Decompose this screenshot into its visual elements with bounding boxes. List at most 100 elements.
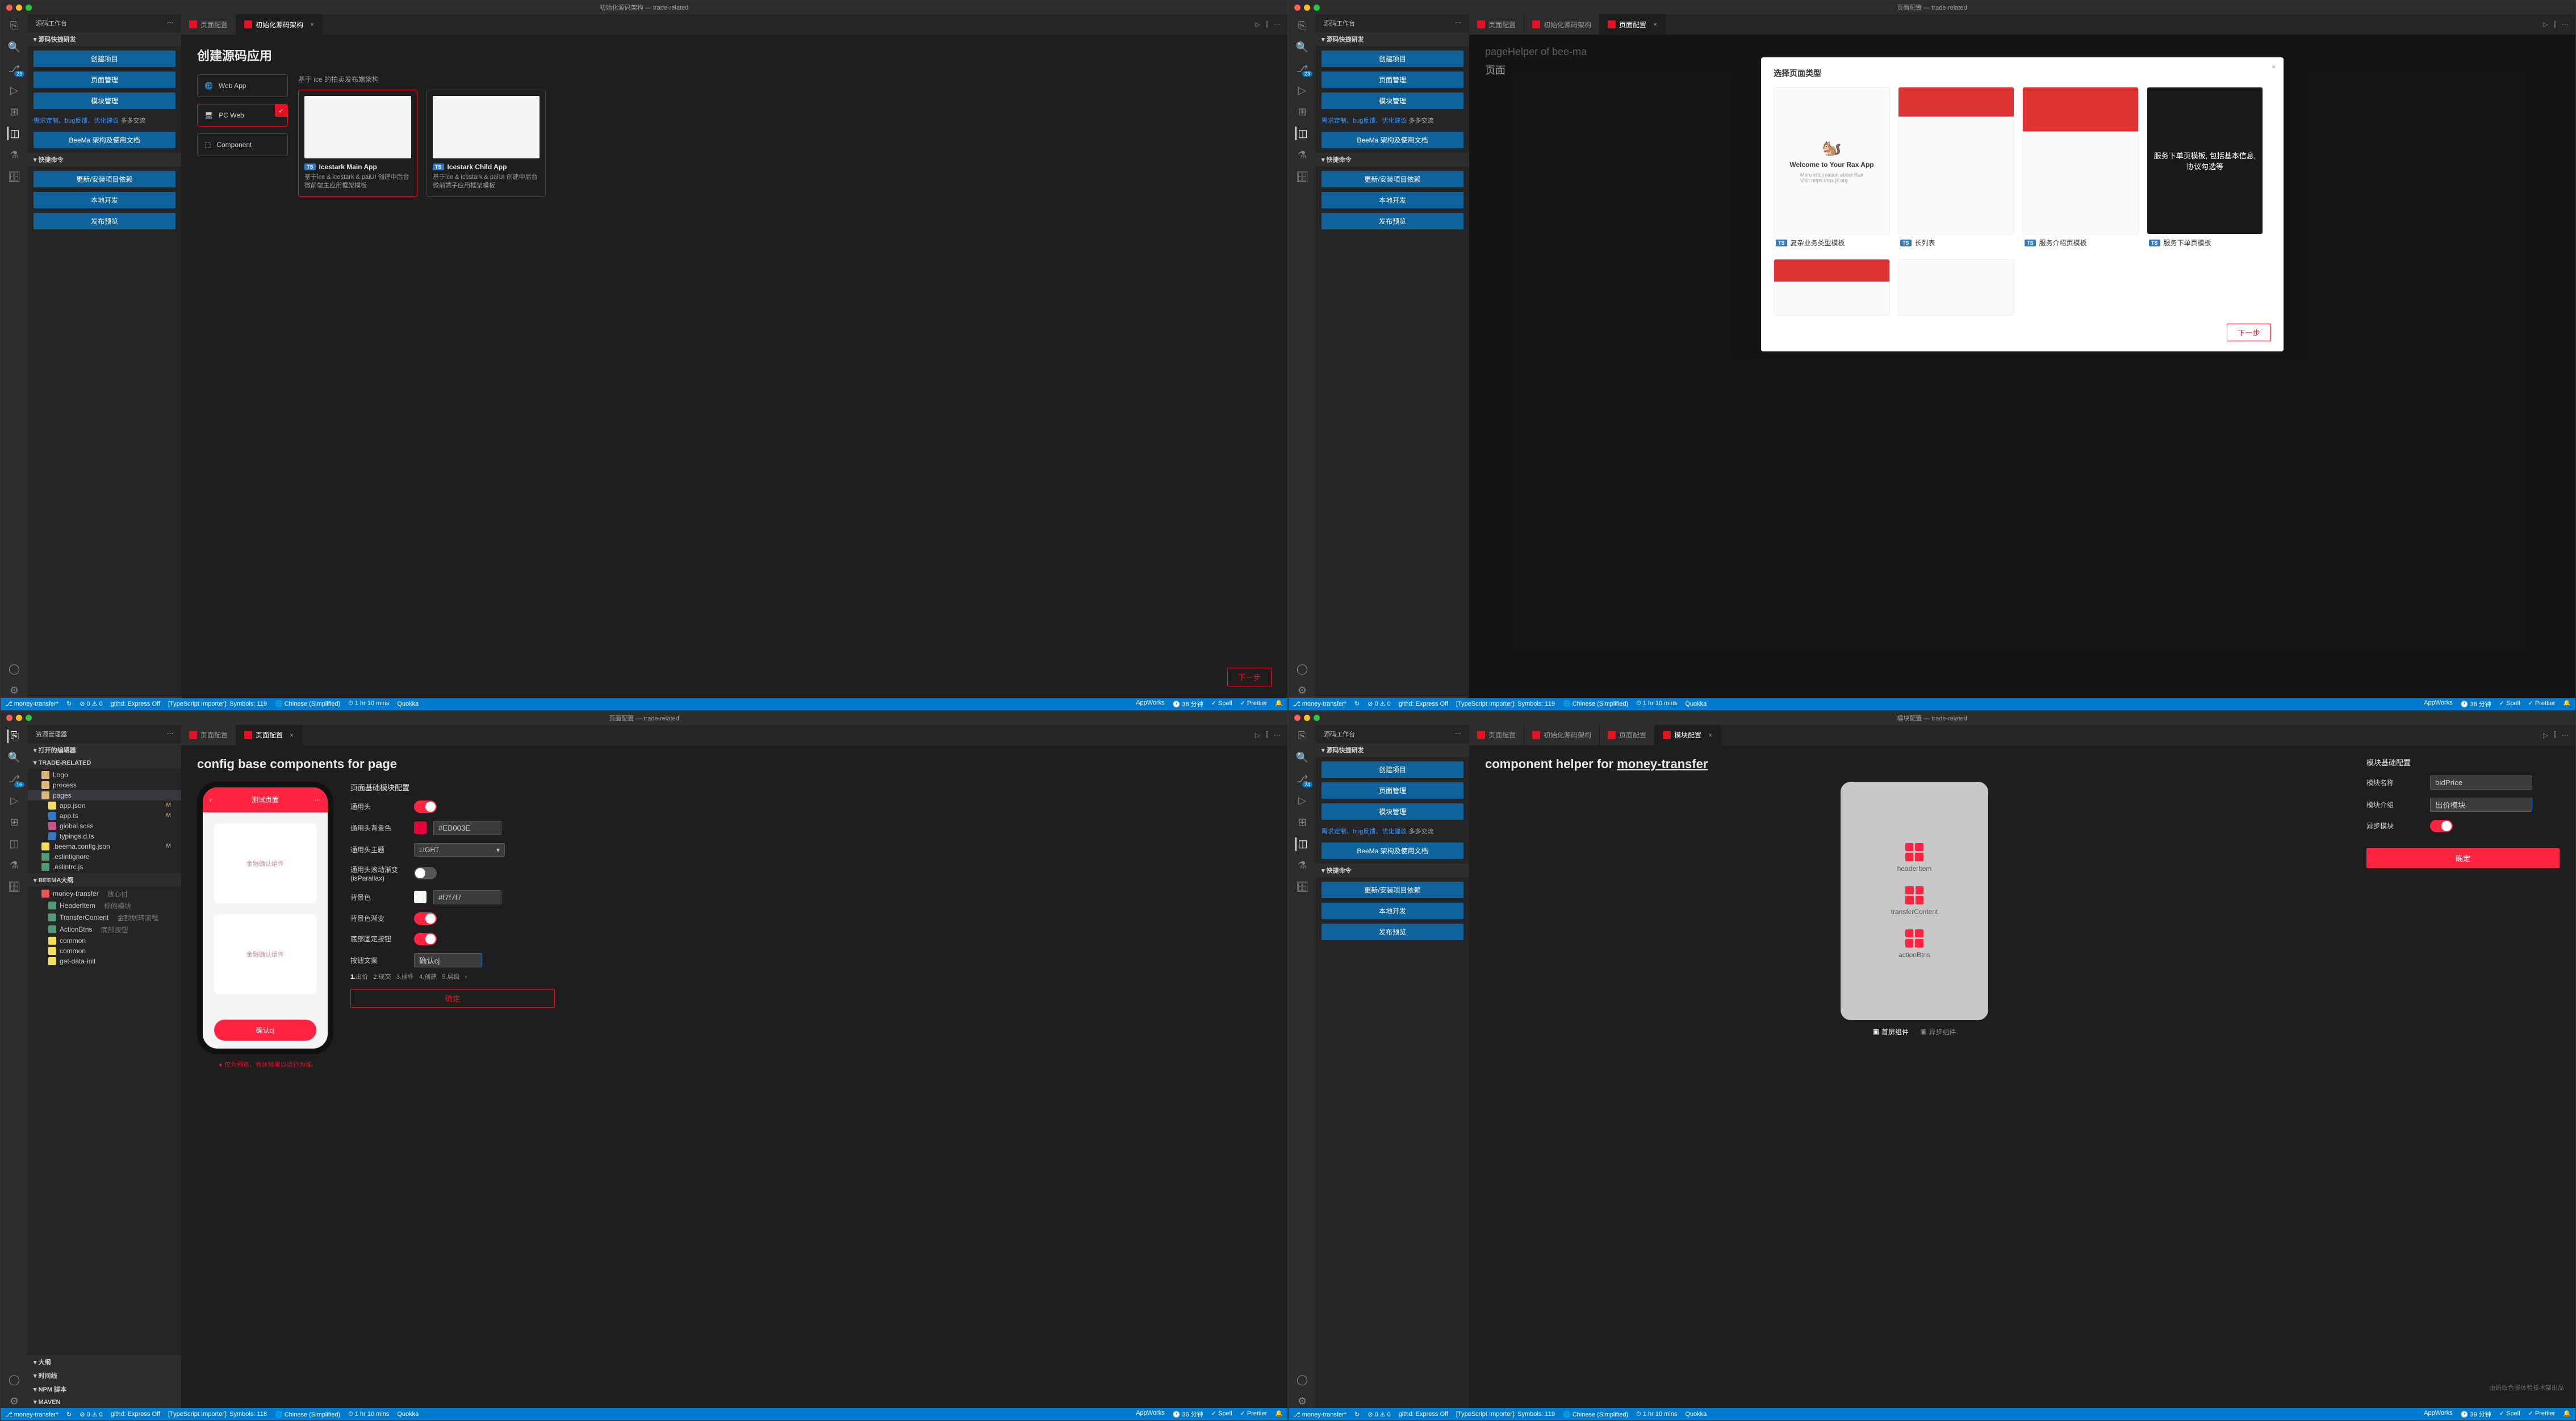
- tab-page-config-2[interactable]: 页面配置: [1600, 725, 1655, 745]
- next-button[interactable]: 下一步: [1227, 668, 1272, 686]
- run-icon[interactable]: ▷: [2543, 20, 2548, 28]
- tab-page-config-2[interactable]: 页面配置×: [236, 725, 302, 745]
- toggle-parallax[interactable]: [414, 867, 437, 879]
- branch-status[interactable]: ⎇ money-transfer*: [5, 700, 58, 707]
- outline-item[interactable]: TransferContent 金额划转流程: [28, 912, 181, 924]
- lang-status[interactable]: 🌐 Chinese (Simplified): [275, 700, 340, 707]
- scm-icon[interactable]: ⎇: [1295, 62, 1309, 76]
- component-action-btns[interactable]: actionBtns: [1898, 929, 1930, 959]
- doc-button[interactable]: BeeMa 架构及使用文档: [1322, 842, 1463, 859]
- window-controls[interactable]: [1294, 5, 1320, 11]
- scm-icon[interactable]: ⎇: [7, 62, 21, 76]
- tab-async[interactable]: ▣ 异步组件: [1920, 1027, 1956, 1037]
- section-outline-2[interactable]: 大纲: [28, 1355, 181, 1369]
- close-icon[interactable]: ×: [310, 20, 314, 28]
- tab-page-config[interactable]: 页面配置: [181, 725, 236, 745]
- search-icon[interactable]: 🔍: [1295, 40, 1309, 54]
- test-icon[interactable]: ⚗: [1295, 148, 1309, 162]
- scm-icon[interactable]: ⎇: [7, 773, 21, 786]
- more-icon[interactable]: ⋯: [1455, 19, 1461, 28]
- window-controls[interactable]: [1294, 715, 1320, 721]
- template-service-intro[interactable]: TS服务介绍页模板: [2022, 87, 2139, 251]
- bell-icon[interactable]: 🔔: [1275, 1410, 1283, 1419]
- db-icon[interactable]: 🗄: [7, 170, 21, 183]
- local-dev-button[interactable]: 本地开发: [1322, 192, 1463, 208]
- install-deps-button[interactable]: 更新/安装项目依赖: [1322, 882, 1463, 898]
- test-icon[interactable]: ⚗: [7, 859, 21, 873]
- tree-folder[interactable]: process: [28, 780, 181, 790]
- tree-file[interactable]: app.json: [28, 800, 181, 811]
- branch-status[interactable]: ⎇ money-transfer*: [1293, 700, 1346, 707]
- beema-icon[interactable]: ◫: [7, 127, 21, 140]
- account-icon[interactable]: ◯: [7, 1373, 21, 1386]
- db-icon[interactable]: 🗄: [7, 881, 21, 894]
- tab-module-config[interactable]: 模块配置×: [1655, 725, 1721, 745]
- color-swatch[interactable]: [414, 821, 426, 834]
- debug-icon[interactable]: ▷: [7, 83, 21, 97]
- debug-icon[interactable]: ▷: [1295, 83, 1309, 97]
- gear-icon[interactable]: ⚙: [1295, 684, 1309, 698]
- page-manage-button[interactable]: 页面管理: [1322, 72, 1463, 88]
- tab-page-config[interactable]: 页面配置: [1469, 725, 1524, 745]
- outline-item[interactable]: HeaderItem 标的模块: [28, 900, 181, 912]
- create-project-button[interactable]: 创建项目: [1322, 761, 1463, 778]
- tree-file[interactable]: global.scss: [28, 821, 181, 831]
- template-extra-1[interactable]: [1774, 259, 1890, 316]
- search-icon[interactable]: 🔍: [7, 751, 21, 765]
- module-manage-button[interactable]: 模块管理: [1322, 93, 1463, 109]
- section-npm[interactable]: NPM 脚本: [28, 1382, 181, 1396]
- toggle-async[interactable]: [2430, 820, 2453, 832]
- tree-file[interactable]: .eslintrc.js: [28, 862, 181, 872]
- type-pc-web[interactable]: 🖥PC Web: [197, 104, 288, 127]
- tree-file[interactable]: .beema.config.json: [28, 841, 181, 852]
- tab-init-arch[interactable]: 初始化源码架构×: [236, 14, 323, 35]
- gear-icon[interactable]: ⚙: [7, 684, 21, 698]
- section-maven[interactable]: MAVEN: [28, 1396, 181, 1408]
- split-icon[interactable]: ⫿: [2554, 731, 2556, 739]
- template-child-app[interactable]: TSIcestark Child App 基于ice & icestark & …: [426, 90, 546, 197]
- confirm-button[interactable]: 确定: [2366, 848, 2560, 868]
- window-controls[interactable]: [6, 715, 32, 721]
- tree-file[interactable]: .eslintignore: [28, 852, 181, 862]
- more-icon[interactable]: ⋯: [2562, 731, 2569, 739]
- search-icon[interactable]: 🔍: [1295, 751, 1309, 765]
- feedback-link[interactable]: 需求定制、bug反馈、优化建议 多多交流: [28, 114, 181, 127]
- db-icon[interactable]: 🗄: [1295, 881, 1309, 894]
- module-manage-button[interactable]: 模块管理: [1322, 803, 1463, 820]
- account-icon[interactable]: ◯: [1295, 1373, 1309, 1386]
- explorer-icon[interactable]: ⎘: [1295, 730, 1309, 743]
- create-project-button[interactable]: 创建项目: [1322, 51, 1463, 67]
- outline-item[interactable]: common: [28, 946, 181, 956]
- component-header-item[interactable]: headerItem: [1897, 843, 1932, 873]
- template-main-app[interactable]: TSIcestark Main App 基于ice & icestark & p…: [298, 90, 417, 197]
- extensions-icon[interactable]: ⊞: [7, 816, 21, 829]
- test-icon[interactable]: ⚗: [1295, 859, 1309, 873]
- tab-page-config-2[interactable]: 页面配置×: [1600, 14, 1666, 35]
- outline-item[interactable]: common: [28, 936, 181, 946]
- feedback-link[interactable]: 需求定制、bug反馈、优化建议 多多交流: [1316, 824, 1469, 838]
- bell-icon[interactable]: 🔔: [1275, 699, 1283, 709]
- type-web-app[interactable]: 🌐Web App: [197, 74, 288, 97]
- outline-item[interactable]: money-transfer 放心付: [28, 888, 181, 900]
- section-timeline[interactable]: 时间线: [28, 1369, 181, 1382]
- component-transfer-content[interactable]: transferContent: [1891, 886, 1938, 916]
- color-swatch[interactable]: [414, 891, 426, 903]
- theme-select[interactable]: LIGHT▾: [414, 843, 505, 857]
- more-icon[interactable]: ⋯: [1274, 20, 1281, 28]
- run-icon[interactable]: ▷: [1255, 20, 1260, 28]
- tab-first-screen[interactable]: ▣ 首屏组件: [1873, 1027, 1909, 1037]
- account-icon[interactable]: ◯: [7, 663, 21, 676]
- type-component[interactable]: ⬚Component: [197, 133, 288, 156]
- section-cmd[interactable]: 快捷命令: [28, 153, 181, 166]
- outline-item[interactable]: get-data-init: [28, 956, 181, 966]
- local-dev-button[interactable]: 本地开发: [1322, 903, 1463, 919]
- minutes-status[interactable]: 🕐 38 分钟: [1173, 699, 1203, 709]
- btn-text-input[interactable]: [414, 953, 482, 967]
- modal-backdrop[interactable]: 选择页面类型 × 🐿️ Welcome to Your Rax App More…: [1469, 35, 2575, 698]
- explorer-icon[interactable]: ⎘: [7, 730, 21, 743]
- tree-folder[interactable]: Logo: [28, 770, 181, 780]
- tree-file[interactable]: typings.d.ts: [28, 831, 181, 841]
- explorer-icon[interactable]: ⎘: [7, 19, 21, 32]
- extensions-icon[interactable]: ⊞: [7, 105, 21, 119]
- split-icon[interactable]: ⫿: [1266, 20, 1268, 29]
